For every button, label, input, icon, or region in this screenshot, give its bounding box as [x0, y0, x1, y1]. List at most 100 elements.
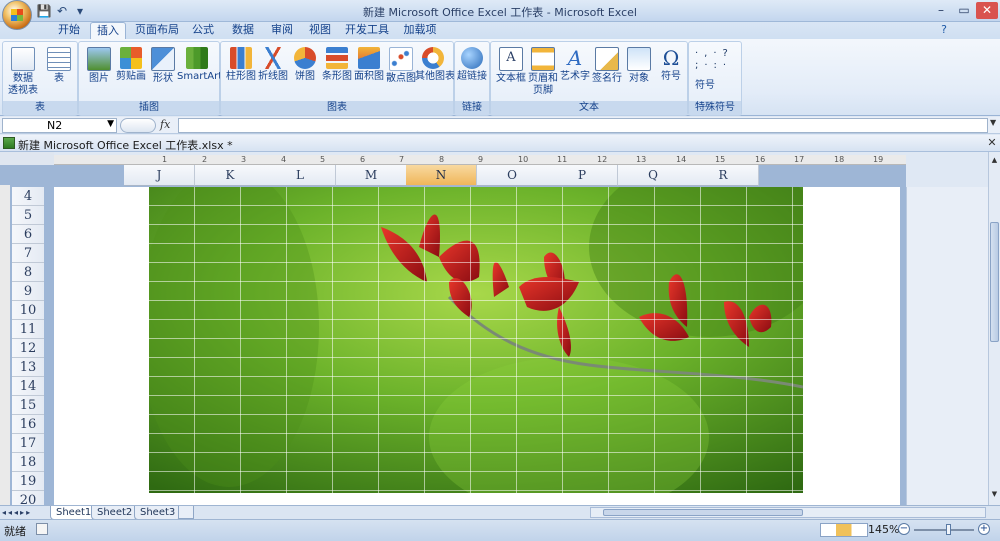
expand-formula-icon[interactable]: ▼: [990, 118, 999, 133]
chevron-down-icon[interactable]: ▼: [107, 119, 114, 129]
symbol-button[interactable]: Ω 符号: [653, 44, 689, 98]
row-header-13[interactable]: 13: [12, 358, 44, 377]
line-chart-button[interactable]: 折线图: [255, 44, 291, 98]
workbook-title-bar: 新建 Microsoft Office Excel 工作表.xlsx * ✕: [0, 135, 1000, 152]
picture-button[interactable]: 图片: [81, 44, 117, 98]
clipart-icon: [120, 47, 142, 69]
column-header-r[interactable]: R: [688, 165, 759, 186]
wordart-icon: A: [567, 46, 583, 70]
row-header-8[interactable]: 8: [12, 263, 44, 282]
tab-home[interactable]: 开始: [52, 22, 86, 39]
close-workbook-icon[interactable]: ✕: [986, 136, 998, 150]
row-header-7[interactable]: 7: [12, 244, 44, 263]
row-header-6[interactable]: 6: [12, 225, 44, 244]
close-button[interactable]: ✕: [976, 2, 998, 19]
view-buttons[interactable]: [820, 523, 868, 537]
tab-data[interactable]: 数据: [228, 22, 258, 39]
horizontal-scrollbar[interactable]: [590, 507, 986, 518]
column-header-p[interactable]: P: [547, 165, 618, 186]
scatter-chart-button[interactable]: 散点图: [383, 44, 419, 98]
group-links: 超链接 链接: [454, 41, 490, 116]
punctuation-grid-icon[interactable]: ·,·? ;·:·: [695, 48, 735, 72]
scroll-up-icon[interactable]: ▲: [990, 156, 999, 166]
signature-line-button[interactable]: 签名行: [589, 44, 625, 98]
column-headers: JKLMNOPQR: [124, 165, 760, 186]
tab-view[interactable]: 视图: [305, 22, 335, 39]
gridlines-overlay: [149, 187, 803, 493]
clipart-button[interactable]: 剪贴画: [113, 44, 149, 98]
vertical-scrollbar[interactable]: ▲ ▼: [988, 152, 1000, 505]
zoom-slider-thumb[interactable]: [946, 524, 951, 535]
office-logo-icon: [11, 9, 23, 21]
insert-sheet-icon[interactable]: [178, 506, 194, 519]
zoom-slider-track[interactable]: [914, 529, 974, 531]
shapes-icon: [151, 47, 175, 71]
formula-input[interactable]: [178, 118, 988, 133]
row-header-14[interactable]: 14: [12, 377, 44, 396]
maximize-button[interactable]: ▭: [953, 2, 975, 19]
zoom-out-icon[interactable]: −: [898, 523, 910, 535]
area-chart-button[interactable]: 面积图: [351, 44, 387, 98]
column-header-j[interactable]: J: [124, 165, 195, 186]
special-symbol-button[interactable]: 符号: [695, 78, 735, 92]
tab-developer[interactable]: 开发工具: [344, 22, 390, 39]
tab-addins[interactable]: 加载项: [399, 22, 441, 39]
group-label-tables: 表: [3, 101, 77, 115]
bar-chart-button[interactable]: 条形图: [319, 44, 355, 98]
group-label-text: 文本: [491, 101, 687, 115]
office-button[interactable]: [2, 0, 32, 30]
column-header-n[interactable]: N: [406, 165, 477, 186]
scrollbar-thumb[interactable]: [990, 222, 999, 342]
tab-formulas[interactable]: 公式: [188, 22, 218, 39]
picture-icon: [87, 47, 111, 71]
minimize-button[interactable]: –: [930, 2, 952, 19]
row-header-9[interactable]: 9: [12, 282, 44, 301]
row-header-4[interactable]: 4: [12, 187, 44, 206]
macro-record-icon[interactable]: [36, 523, 48, 535]
ruler-number: 2: [202, 155, 208, 164]
tab-page-layout[interactable]: 页面布局: [132, 22, 182, 39]
pie-chart-button[interactable]: 饼图: [287, 44, 323, 98]
group-label-illustrations: 插图: [79, 101, 219, 115]
pivot-table-button[interactable]: 数据 透视表: [5, 44, 41, 98]
zoom-level[interactable]: 145%: [868, 523, 899, 536]
row-header-11[interactable]: 11: [12, 320, 44, 339]
title-bar: 💾 ↶ ▾ 新建 Microsoft Office Excel 工作表 - Mi…: [0, 0, 1000, 22]
column-chart-button[interactable]: 柱形图: [223, 44, 259, 98]
formula-bar-toggle[interactable]: [120, 118, 156, 133]
inserted-picture[interactable]: [149, 187, 803, 493]
object-button[interactable]: 对象: [621, 44, 657, 98]
zoom-in-icon[interactable]: +: [978, 523, 990, 535]
column-header-m[interactable]: M: [336, 165, 407, 186]
hyperlink-button[interactable]: 超链接: [455, 44, 489, 98]
row-header-18[interactable]: 18: [12, 453, 44, 472]
sheet-nav-icons[interactable]: ◂◂◂▸▸: [2, 506, 48, 519]
other-charts-button[interactable]: 其他图表: [415, 44, 455, 98]
row-header-16[interactable]: 16: [12, 415, 44, 434]
row-header-5[interactable]: 5: [12, 206, 44, 225]
textbox-button[interactable]: A 文本框: [493, 44, 529, 98]
help-icon[interactable]: ?: [937, 22, 951, 39]
shapes-button[interactable]: 形状: [145, 44, 181, 98]
row-header-10[interactable]: 10: [12, 301, 44, 320]
row-header-19[interactable]: 19: [12, 472, 44, 491]
tab-review[interactable]: 审阅: [267, 22, 297, 39]
row-header-15[interactable]: 15: [12, 396, 44, 415]
sheet-tab-sheet3[interactable]: Sheet3: [134, 506, 182, 520]
scroll-down-icon[interactable]: ▼: [990, 490, 999, 500]
column-header-o[interactable]: O: [477, 165, 548, 186]
row-header-17[interactable]: 17: [12, 434, 44, 453]
wordart-button[interactable]: A 艺术字: [557, 44, 593, 98]
table-button[interactable]: 表: [41, 44, 77, 98]
header-footer-button[interactable]: 页眉和 页脚: [525, 44, 561, 98]
insert-function-button[interactable]: fx: [160, 118, 176, 133]
column-header-l[interactable]: L: [265, 165, 336, 186]
column-header-q[interactable]: Q: [618, 165, 689, 186]
name-box[interactable]: N2 ▼: [2, 118, 117, 133]
column-header-k[interactable]: K: [195, 165, 266, 186]
sheet-tab-sheet2[interactable]: Sheet2: [91, 506, 139, 520]
horizontal-ruler: 1 2 3 4 5 6 7 8 9 10 11 12 13 14 15 16 17 18 19: [54, 155, 906, 165]
smartart-button[interactable]: SmartArt: [177, 44, 222, 98]
row-header-12[interactable]: 12: [12, 339, 44, 358]
h-scrollbar-thumb[interactable]: [603, 509, 803, 516]
